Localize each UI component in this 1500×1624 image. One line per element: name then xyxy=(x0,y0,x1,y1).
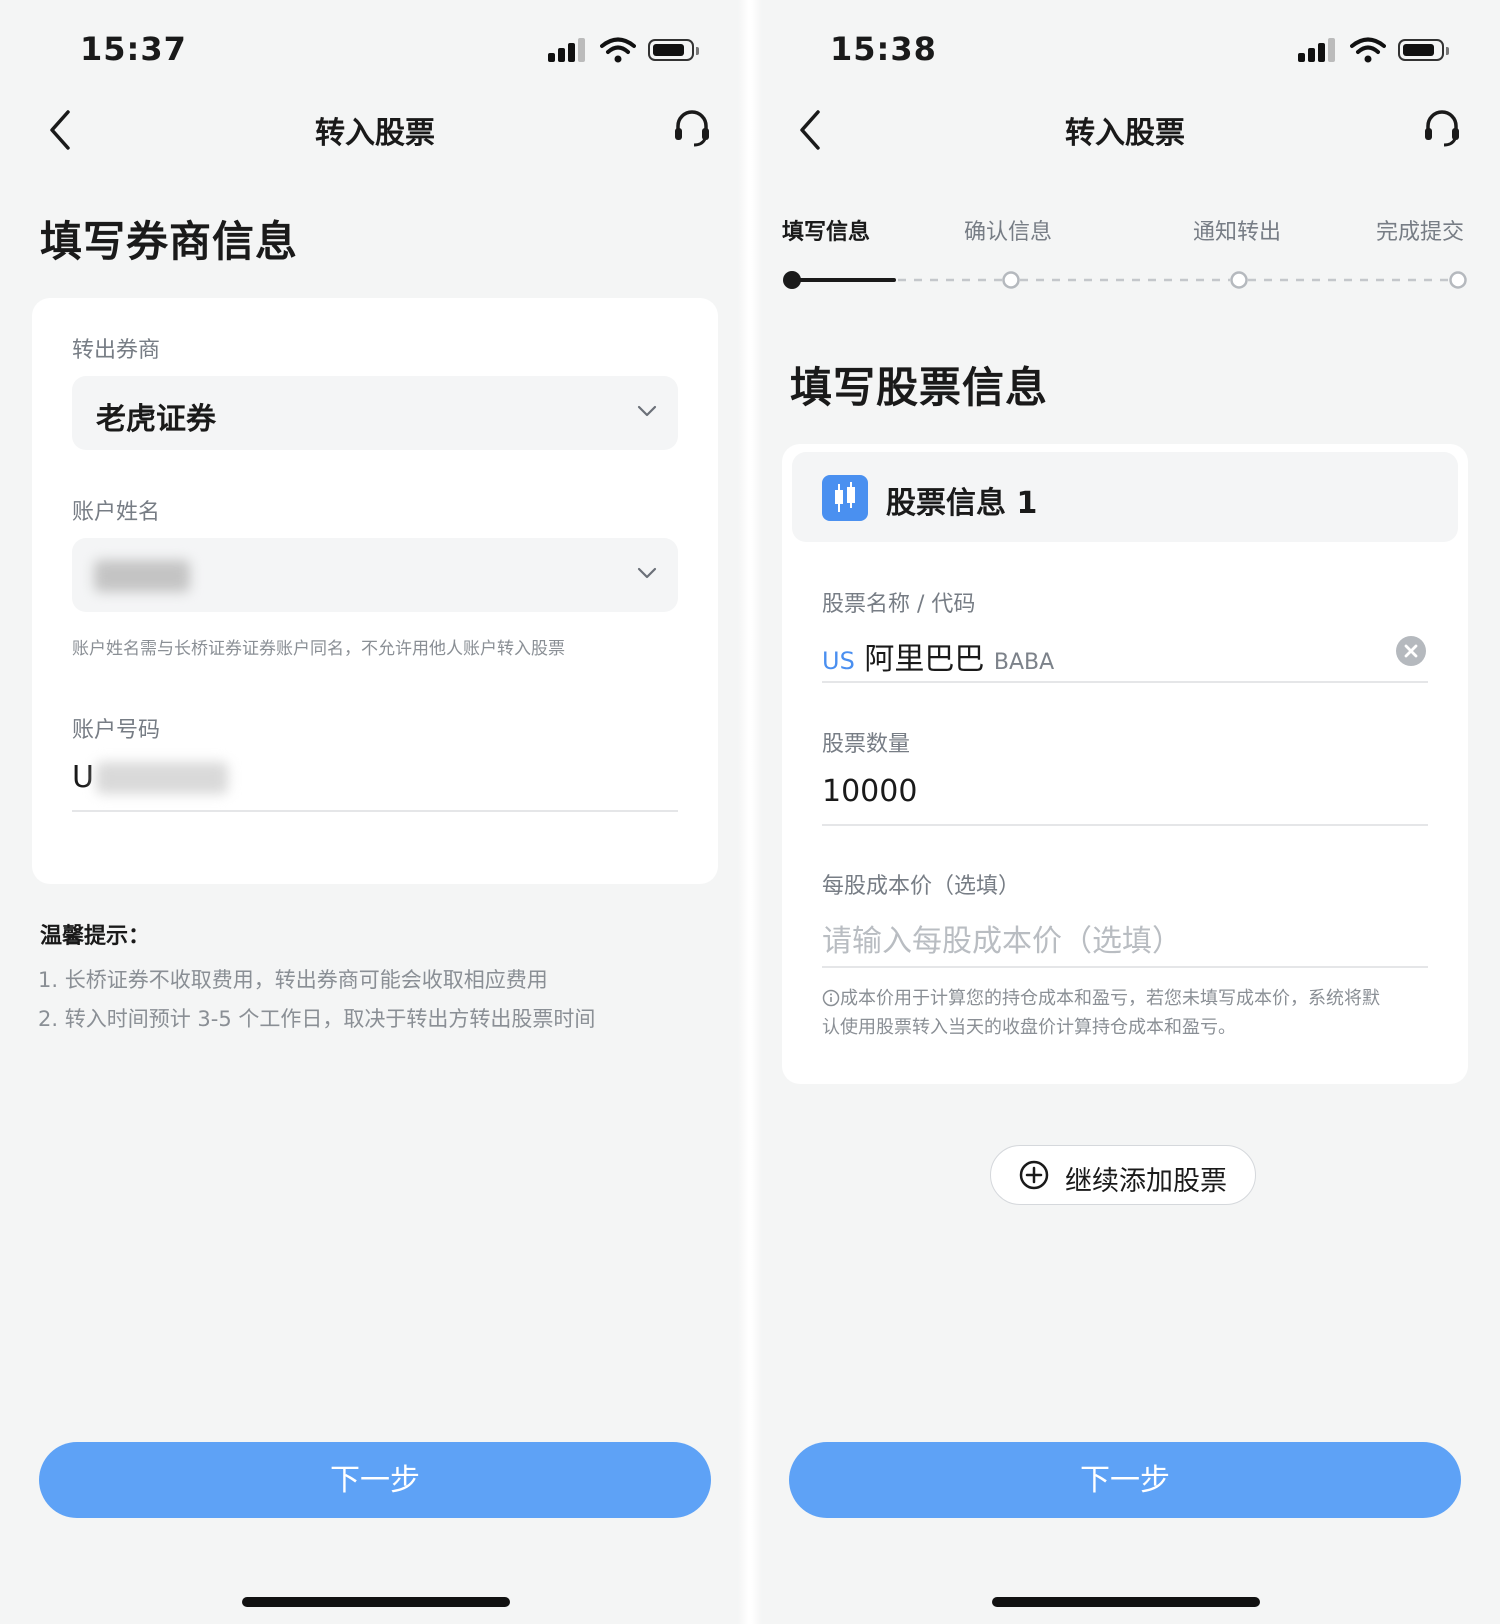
account-number-underline xyxy=(72,810,678,812)
nav-title: 转入股票 xyxy=(315,116,435,151)
status-icons xyxy=(548,36,708,64)
candlestick-icon xyxy=(822,475,868,521)
plus-circle-icon xyxy=(1019,1160,1049,1190)
market-tag: US xyxy=(822,647,855,675)
page-heading: 填写股票信息 xyxy=(790,363,1049,412)
tip-item: 2. 转入时间预计 3-5 个工作日，取决于转出方转出股票时间 xyxy=(38,1007,596,1031)
add-stock-button[interactable]: 继续添加股票 xyxy=(990,1145,1256,1205)
left-screen: 15:37 转入股票 填写券商信息 转出券商 老虎证券 账户姓名 账户姓名需与长… xyxy=(0,0,750,1624)
quantity-label: 股票数量 xyxy=(822,732,911,757)
cost-underline xyxy=(822,966,1428,968)
wifi-icon xyxy=(600,37,636,63)
redacted-account-number xyxy=(96,762,228,794)
headset-icon[interactable] xyxy=(672,108,712,148)
tips-title: 温馨提示： xyxy=(40,924,151,949)
step-marker xyxy=(1230,271,1248,289)
cost-label: 每股成本价（选填） xyxy=(822,874,1021,899)
redacted-name xyxy=(94,560,190,592)
headset-icon[interactable] xyxy=(1422,108,1462,148)
cost-input[interactable]: 请输入每股成本价（选填） xyxy=(822,916,1182,960)
stock-name-label: 股票名称 / 代码 xyxy=(822,592,976,617)
stock-card-header: 股票信息 1 xyxy=(792,452,1458,542)
tip-item: 1. 长桥证券不收取费用，转出券商可能会收取相应费用 xyxy=(38,968,548,992)
stock-code: BABA xyxy=(993,650,1055,675)
progress-stepper xyxy=(783,271,1467,289)
signal-icon xyxy=(1298,36,1338,64)
wifi-icon xyxy=(1350,37,1386,63)
account-number-label: 账户号码 xyxy=(72,718,161,743)
stock-name-input[interactable]: US 阿里巴巴 BABA xyxy=(822,634,1054,678)
account-name-hint: 账户姓名需与长桥证券证券账户同名，不允许用他人账户转入股票 xyxy=(72,639,565,659)
page-heading: 填写券商信息 xyxy=(40,217,299,266)
step-marker xyxy=(783,271,801,289)
battery-icon xyxy=(648,39,694,61)
cost-note-line: 认使用股票转入当天的收盘价计算持仓成本和盈亏。 xyxy=(822,1017,1236,1038)
step-complete: 完成提交 xyxy=(1376,220,1465,245)
nav-title: 转入股票 xyxy=(1065,116,1185,151)
next-button[interactable]: 下一步 xyxy=(39,1442,711,1518)
quantity-underline xyxy=(822,824,1428,826)
stock-name: 阿里巴巴 xyxy=(864,642,985,677)
account-number-prefix: U xyxy=(72,760,94,795)
account-name-label: 账户姓名 xyxy=(72,500,161,525)
stock-name-underline xyxy=(822,681,1428,683)
account-number-input[interactable]: U xyxy=(72,760,94,795)
signal-icon xyxy=(548,36,588,64)
step-marker xyxy=(1449,271,1467,289)
next-button[interactable]: 下一步 xyxy=(789,1442,1461,1518)
step-fill-info: 填写信息 xyxy=(782,220,871,245)
status-time: 15:38 xyxy=(830,30,937,68)
account-name-select[interactable] xyxy=(72,538,678,612)
status-time: 15:37 xyxy=(80,30,187,68)
home-indicator xyxy=(242,1597,510,1607)
add-stock-label: 继续添加股票 xyxy=(1065,1166,1227,1197)
battery-icon xyxy=(1398,39,1444,61)
clear-icon[interactable] xyxy=(1396,636,1426,666)
broker-label: 转出券商 xyxy=(72,338,161,363)
screen-divider xyxy=(738,0,762,1624)
home-indicator xyxy=(992,1597,1260,1607)
broker-value: 老虎证券 xyxy=(96,402,216,437)
broker-select[interactable]: 老虎证券 xyxy=(72,376,678,450)
chevron-down-icon xyxy=(637,567,657,579)
cost-note-line: 成本价用于计算您的持仓成本和盈亏，若您未填写成本价，系统将默 xyxy=(840,988,1380,1009)
step-confirm-info: 确认信息 xyxy=(964,220,1053,245)
step-notify-transfer: 通知转出 xyxy=(1193,220,1282,245)
chevron-down-icon xyxy=(637,405,657,417)
stock-card-title: 股票信息 1 xyxy=(886,486,1038,521)
step-marker xyxy=(1002,271,1020,289)
info-icon xyxy=(822,989,840,1007)
status-icons xyxy=(1298,36,1458,64)
cost-note: 成本价用于计算您的持仓成本和盈亏，若您未填写成本价，系统将默 认使用股票转入当天… xyxy=(822,984,1432,1042)
quantity-input[interactable]: 10000 xyxy=(822,774,917,809)
